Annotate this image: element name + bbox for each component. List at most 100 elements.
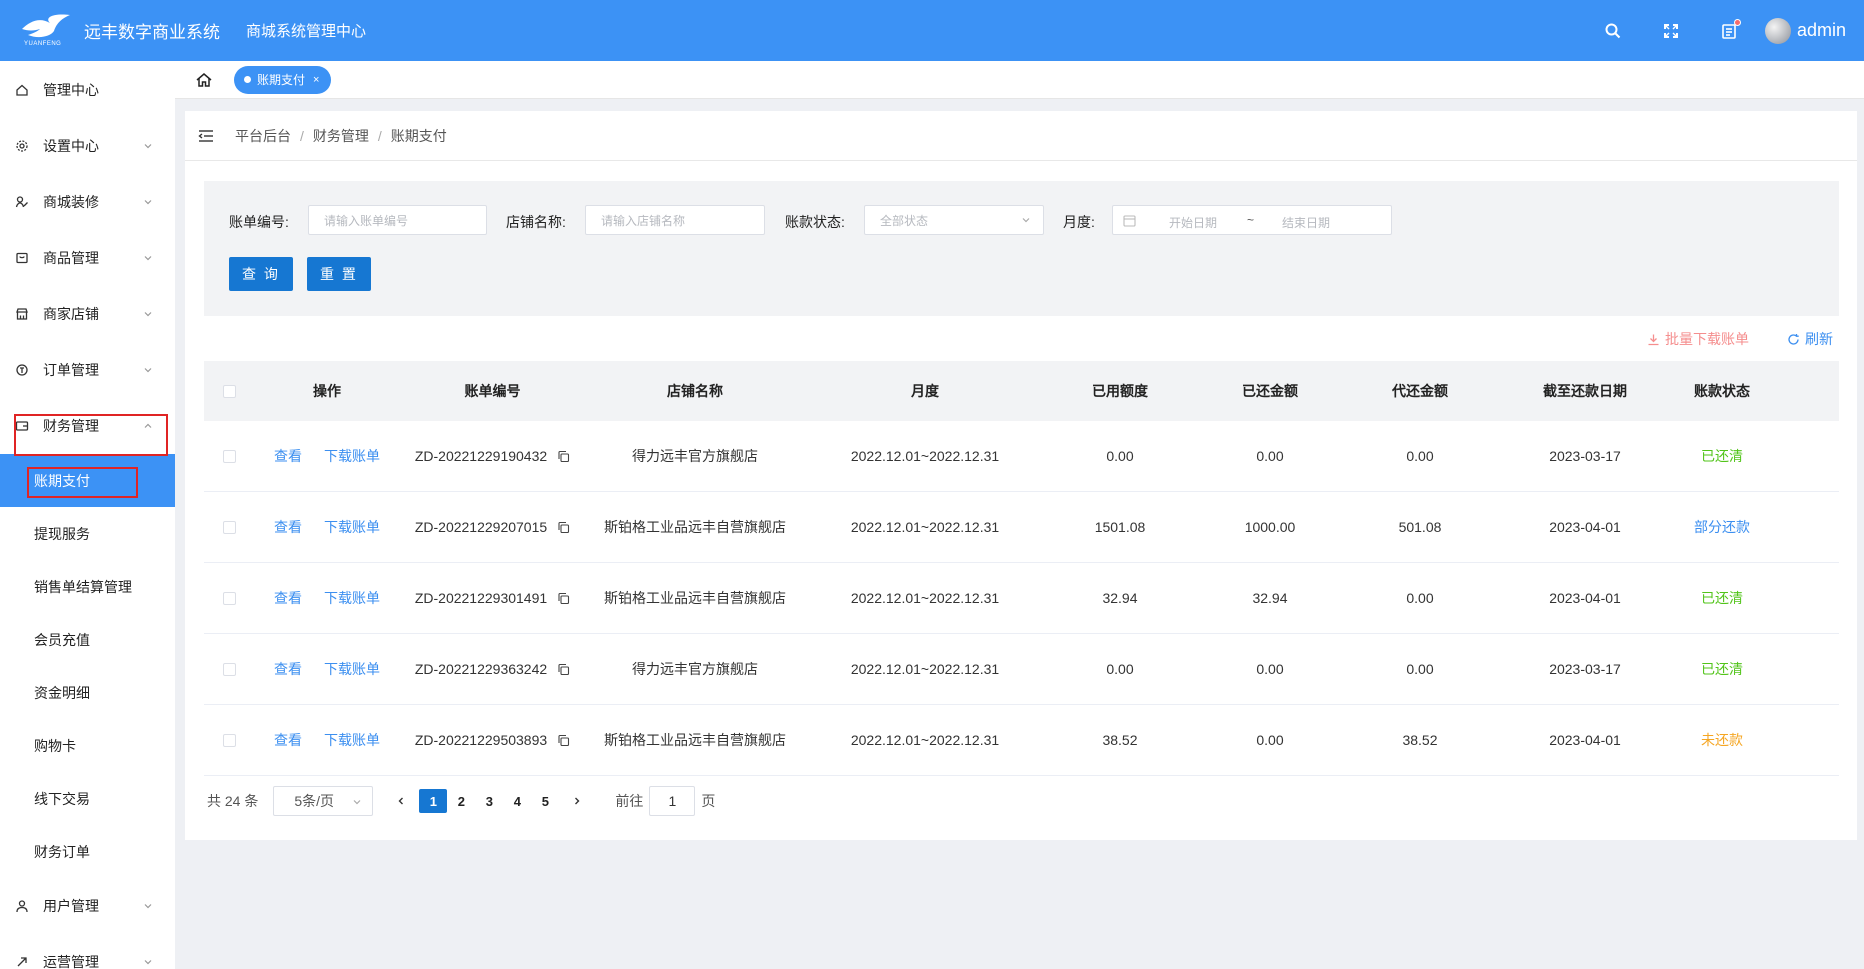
repaid-cell: 0.00 (1195, 732, 1345, 748)
page-number[interactable]: 3 (475, 789, 503, 813)
fullscreen-icon[interactable] (1661, 21, 1681, 41)
sidebar-item-products[interactable]: 商品管理 (0, 230, 175, 286)
sidebar-subitem-finance-orders[interactable]: 财务订单 (0, 825, 175, 878)
refresh-button[interactable]: 刷新 (1787, 329, 1833, 349)
store-cell: 斯铂格工业品远丰自营旗舰店 (585, 517, 805, 537)
store-cell: 斯铂格工业品远丰自营旗舰店 (585, 730, 805, 750)
bill-no: ZD-20221229301491 (414, 590, 548, 606)
breadcrumb-item[interactable]: 平台后台 (235, 126, 291, 146)
download-bill-link[interactable]: 下载账单 (324, 517, 380, 537)
username[interactable]: admin (1797, 20, 1846, 41)
bill-no: ZD-20221229190432 (414, 448, 548, 464)
refresh-label: 刷新 (1805, 331, 1833, 347)
actions-cell: 查看 下载账单 (254, 446, 400, 466)
view-link[interactable]: 查看 (274, 730, 302, 750)
sidebar-subitem-offline-trade[interactable]: 线下交易 (0, 772, 175, 825)
sidebar-subitem-settlement[interactable]: 销售单结算管理 (0, 560, 175, 613)
highlight-finance-box (14, 414, 168, 456)
download-bill-link[interactable]: 下载账单 (324, 446, 380, 466)
download-bill-link[interactable]: 下载账单 (324, 659, 380, 679)
start-date-placeholder[interactable]: 开始日期 (1169, 214, 1217, 231)
sidebar-item-label: 管理中心 (43, 81, 99, 98)
month-cell: 2022.12.01~2022.12.31 (805, 519, 1045, 535)
col-header: 已还金额 (1242, 383, 1298, 399)
row-checkbox[interactable] (222, 591, 236, 605)
download-bill-link[interactable]: 下载账单 (324, 588, 380, 608)
download-bill-link[interactable]: 下载账单 (324, 730, 380, 750)
search-icon[interactable] (1603, 21, 1623, 41)
store-placeholder: 请输入店铺名称 (601, 213, 686, 228)
sidebar-subitem-recharge[interactable]: 会员充值 (0, 613, 175, 666)
month-cell: 2022.12.01~2022.12.31 (805, 732, 1045, 748)
sidebar-subitem-withdraw[interactable]: 提现服务 (0, 507, 175, 560)
table-row: 查看 下载账单 ZD-20221229503893 斯铂格工业品远丰自营旗舰店 2022… (204, 705, 1839, 776)
prev-page-icon[interactable] (393, 793, 409, 809)
page-size-select[interactable]: 5条/页 (273, 786, 374, 816)
view-link[interactable]: 查看 (274, 517, 302, 537)
pending-cell: 38.52 (1345, 732, 1495, 748)
repaid-amount: 1000.00 (1244, 519, 1296, 535)
home-icon[interactable] (194, 70, 214, 90)
copy-icon[interactable] (557, 450, 570, 463)
row-checkbox[interactable] (222, 520, 236, 534)
avatar[interactable] (1764, 17, 1791, 44)
copy-icon[interactable] (557, 734, 570, 747)
sidebar-item-dashboard[interactable]: 管理中心 (0, 61, 175, 118)
date-range-separator: ~ (1247, 213, 1255, 227)
query-button[interactable]: 查 询 (229, 257, 293, 291)
goto-page-input[interactable]: 1 (649, 786, 696, 816)
status-badge: 已还清 (1701, 448, 1743, 464)
close-icon[interactable]: × (313, 74, 319, 86)
page-number[interactable]: 5 (531, 789, 559, 813)
select-all-checkbox[interactable] (222, 384, 236, 398)
copy-icon[interactable] (557, 521, 570, 534)
sidebar-item-label: 商城装修 (43, 194, 99, 210)
reset-button[interactable]: 重 置 (307, 257, 371, 291)
page-number[interactable]: 2 (447, 789, 475, 813)
month-cell: 2022.12.01~2022.12.31 (805, 590, 1045, 606)
row-checkbox[interactable] (222, 733, 236, 747)
status-select[interactable]: 全部状态 (864, 205, 1044, 235)
sidebar-item-decoration[interactable]: 商城装修 (0, 174, 175, 230)
sidebar-item-operations[interactable]: 运营管理 (0, 934, 175, 969)
top-header: YUANFENG 远丰数字商业系统 商城系统管理中心 admin (0, 0, 1864, 61)
copy-icon[interactable] (557, 663, 570, 676)
store-name: 得力远丰官方旗舰店 (632, 661, 758, 677)
breadcrumb-item[interactable]: 财务管理 (313, 126, 369, 146)
menu-collapse-icon[interactable] (197, 128, 215, 144)
row-checkbox[interactable] (222, 662, 236, 676)
bill-no-input[interactable]: 请输入账单编号 (308, 205, 487, 235)
sidebar-item-stores[interactable]: 商家店铺 (0, 286, 175, 342)
batch-download-button[interactable]: 批量下载账单 (1647, 329, 1749, 349)
logo-text: YUANFENG (24, 40, 62, 47)
store-icon (14, 306, 30, 322)
chevron-down-icon (353, 800, 361, 805)
status-cell: 部分还款 (1675, 517, 1769, 537)
page-size-value: 5条/页 (294, 793, 335, 809)
refresh-icon (1788, 333, 1799, 345)
tab-account-payment[interactable]: 账期支付 × (234, 65, 332, 94)
store-input[interactable]: 请输入店铺名称 (585, 205, 765, 235)
view-link[interactable]: 查看 (274, 659, 302, 679)
status-badge: 已还清 (1701, 661, 1743, 677)
chevron-down-icon (144, 904, 152, 909)
sidebar-item-settings[interactable]: 设置中心 (0, 118, 175, 174)
row-checkbox[interactable] (222, 449, 236, 463)
sidebar-item-label: 商家店铺 (43, 306, 99, 322)
sidebar-item-users[interactable]: 用户管理 (0, 878, 175, 934)
end-date-placeholder[interactable]: 结束日期 (1282, 214, 1330, 231)
view-link[interactable]: 查看 (274, 446, 302, 466)
col-header: 店铺名称 (667, 383, 723, 399)
table-row: 查看 下载账单 ZD-20221229363242 得力远丰官方旗舰店 2022.12.… (204, 634, 1839, 705)
table-header: 操作 账单编号 店铺名称 月度 已用额度 已还金额 代还金额 截至还款日期 账款… (204, 361, 1839, 421)
notification-icon[interactable] (1719, 18, 1741, 41)
sidebar-subitem-gift-card[interactable]: 购物卡 (0, 719, 175, 772)
sidebar-item-orders[interactable]: 订单管理 (0, 342, 175, 398)
page-number[interactable]: 4 (503, 789, 531, 813)
next-page-icon[interactable] (569, 793, 585, 809)
page-number[interactable]: 1 (419, 789, 448, 813)
copy-icon[interactable] (557, 592, 570, 605)
month-range-picker[interactable]: 开始日期 ~ 结束日期 (1112, 205, 1392, 235)
sidebar-subitem-fund-detail[interactable]: 资金明细 (0, 666, 175, 719)
view-link[interactable]: 查看 (274, 588, 302, 608)
